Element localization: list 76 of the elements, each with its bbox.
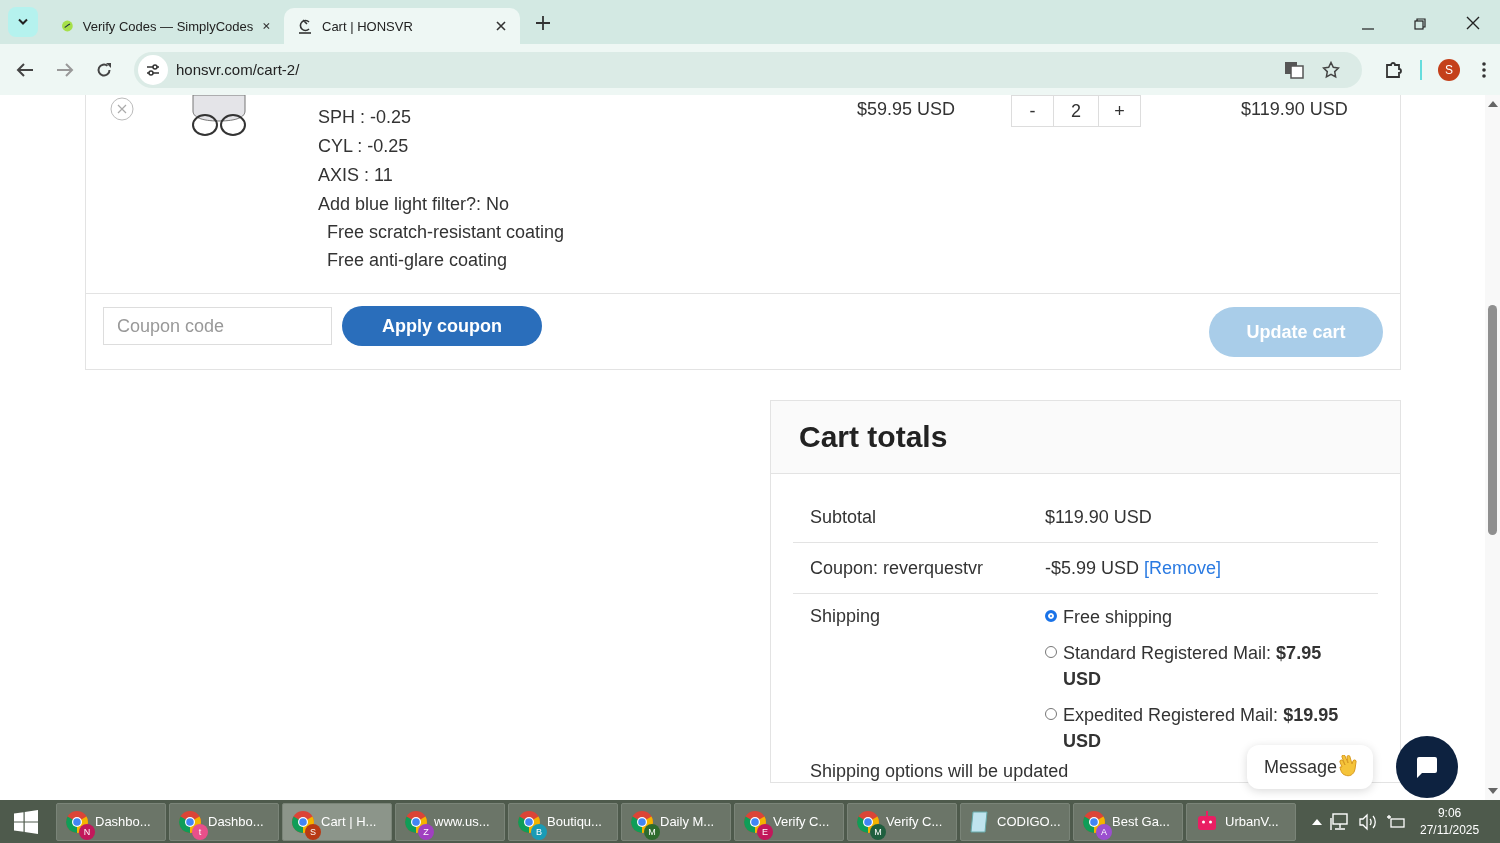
- network-icon[interactable]: [1330, 812, 1350, 831]
- taskbar-button[interactable]: M Daily M...: [621, 802, 731, 841]
- close-tab-icon[interactable]: [263, 21, 270, 31]
- taskbar-button[interactable]: N Dashbo...: [56, 802, 166, 841]
- profile-avatar[interactable]: S: [1438, 58, 1460, 81]
- option-line: CYL : -0.25: [318, 136, 409, 157]
- discount-value: -$5.99 USD: [1045, 558, 1140, 578]
- chrome-icon: [65, 809, 89, 834]
- site-settings-icon[interactable]: [138, 54, 168, 85]
- back-icon[interactable]: [16, 61, 34, 78]
- forward-icon[interactable]: [56, 61, 74, 78]
- reload-icon[interactable]: [96, 61, 112, 78]
- menu-icon[interactable]: [1482, 61, 1486, 78]
- bookmark-star-icon[interactable]: [1322, 60, 1340, 79]
- unit-price: $59.95 USD: [857, 99, 956, 119]
- coupon-label: Coupon: reverquestvr: [810, 557, 985, 580]
- browser-tab[interactable]: Cart | HONSVR: [284, 8, 520, 44]
- taskbar-button[interactable]: Z www.us...: [395, 802, 505, 841]
- address-bar[interactable]: honsvr.com/cart-2/: [134, 51, 1362, 88]
- clock-time[interactable]: 9:06: [1437, 804, 1462, 822]
- subtotal-label: Subtotal: [810, 506, 878, 529]
- shipping-radio[interactable]: [1045, 610, 1057, 622]
- waving-hand-icon: [1337, 755, 1360, 779]
- option-line: Add blue light filter?: No: [318, 194, 510, 215]
- chrome-icon: [630, 809, 654, 834]
- chevron-down-icon: [17, 18, 29, 26]
- translate-icon[interactable]: [1284, 60, 1304, 79]
- taskbar-button[interactable]: B Boutiqu...: [508, 802, 618, 841]
- tab-search-button[interactable]: [8, 7, 38, 37]
- tab-favicon-icon: [62, 18, 73, 34]
- chat-icon: [1415, 755, 1439, 779]
- line-subtotal: $119.90 USD: [1241, 99, 1348, 119]
- option-line: AXIS : 11: [318, 165, 393, 186]
- url-text[interactable]: honsvr.com/cart-2/: [176, 61, 300, 78]
- taskbar-button[interactable]: S Cart | H...: [282, 802, 392, 841]
- close-tab-icon[interactable]: [496, 21, 506, 31]
- taskbar-button[interactable]: UrbanV...: [1186, 802, 1296, 841]
- shipping-note: Shipping options will be updated: [810, 760, 1069, 782]
- shipping-label: Shipping: [810, 605, 882, 628]
- clock-date[interactable]: 27/11/2025: [1420, 821, 1480, 839]
- chrome-icon: [517, 809, 541, 834]
- coating-line: Free anti-glare coating: [327, 250, 508, 271]
- close-icon[interactable]: [1466, 16, 1480, 30]
- decrease-button[interactable]: -: [1011, 95, 1054, 127]
- scrollbar[interactable]: [1485, 95, 1500, 800]
- notepad-icon: [969, 809, 991, 834]
- coupon-field[interactable]: Coupon code: [103, 307, 332, 345]
- extensions-icon[interactable]: [1384, 59, 1404, 80]
- taskbar-button[interactable]: t Dashbo...: [169, 802, 279, 841]
- browser-tab[interactable]: Verify Codes — SimplyCodes: [48, 8, 284, 44]
- quantity-field[interactable]: 2: [1054, 95, 1098, 127]
- headset-drawing: [189, 95, 249, 139]
- new-tab-icon[interactable]: [536, 16, 550, 30]
- shipping-option-label[interactable]: Free shipping: [1063, 604, 1348, 630]
- subtotal-value: $119.90 USD: [1045, 506, 1153, 529]
- restore-icon[interactable]: [1414, 18, 1426, 30]
- start-button[interactable]: [14, 809, 38, 834]
- taskbar-button[interactable]: E Verify C...: [734, 802, 844, 841]
- tab-favicon-icon: [298, 18, 312, 34]
- chrome-icon: [856, 809, 880, 834]
- show-hidden-icons-icon[interactable]: [1312, 818, 1322, 825]
- taskbar-button[interactable]: CODIGO...: [960, 802, 1070, 841]
- remove-coupon-link[interactable]: [Remove]: [1144, 558, 1222, 578]
- option-line: SPH : -0.25: [318, 107, 412, 128]
- chrome-icon: [291, 809, 315, 834]
- coating-line: Free scratch-resistant coating: [327, 222, 565, 243]
- taskbar-button[interactable]: A Best Ga...: [1073, 802, 1183, 841]
- volume-icon[interactable]: [1358, 812, 1378, 831]
- chrome-icon: [743, 809, 767, 834]
- chat-message-bubble[interactable]: Message: [1247, 745, 1374, 789]
- shipping-option-label[interactable]: Standard Registered Mail: $7.95 USD: [1063, 640, 1348, 692]
- cart-totals-heading: Cart totals: [799, 420, 948, 454]
- increase-button[interactable]: +: [1098, 95, 1141, 127]
- taskbar-button[interactable]: M Verify C...: [847, 802, 957, 841]
- apply-coupon-button[interactable]: Apply coupon: [342, 306, 542, 346]
- battery-icon[interactable]: [1386, 812, 1406, 831]
